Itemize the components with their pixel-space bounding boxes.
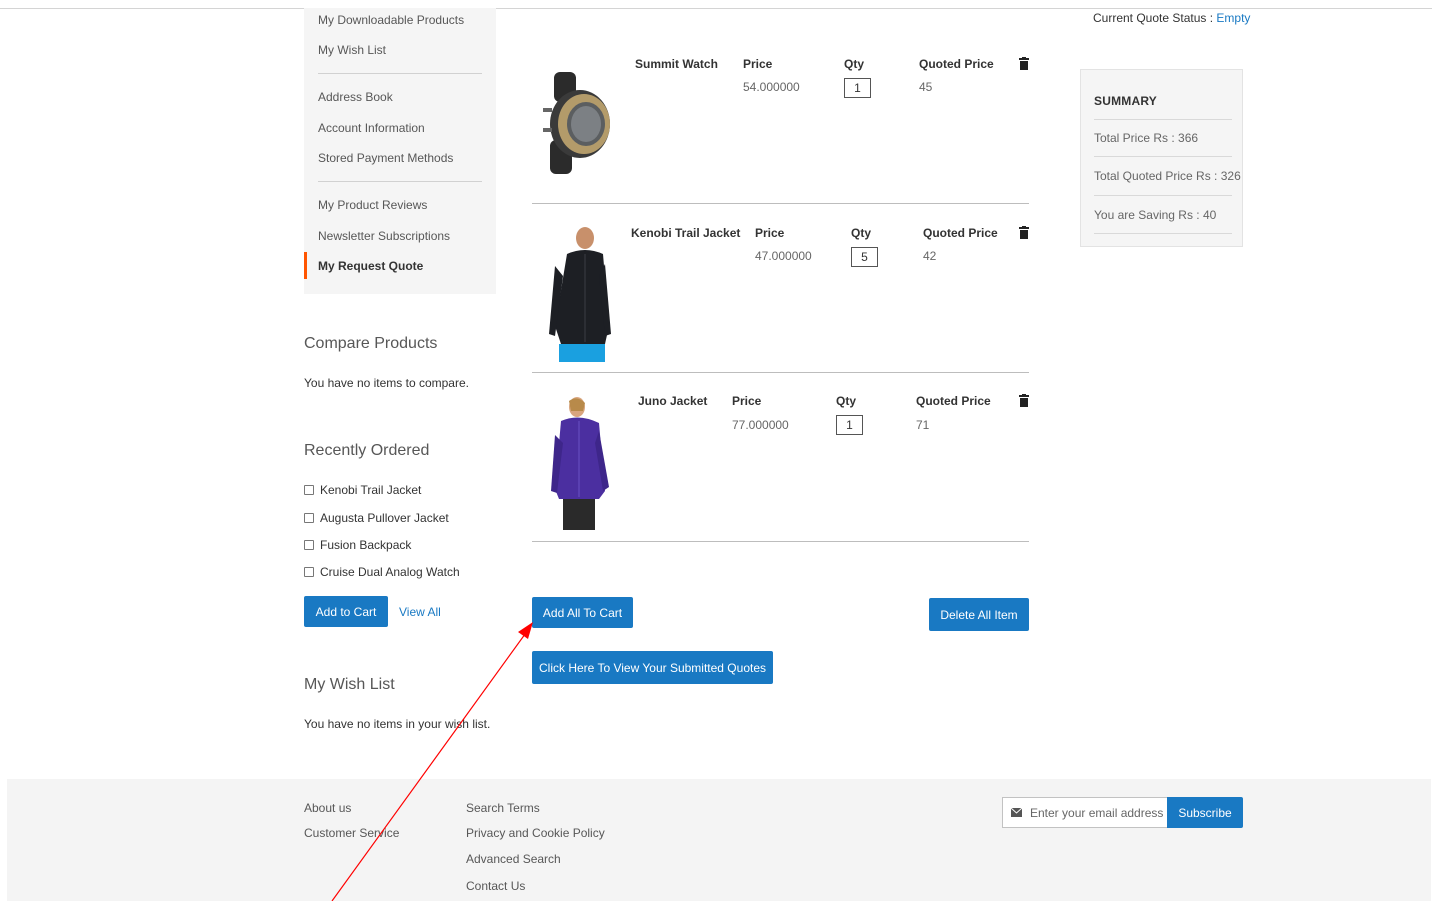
nav-my-request-quote[interactable]: My Request Quote — [318, 259, 423, 273]
price-value: 77.000000 — [732, 418, 789, 432]
checkbox[interactable] — [304, 540, 314, 550]
quote-status-value: Empty — [1216, 11, 1251, 25]
trash-icon[interactable] — [1019, 226, 1029, 239]
quoted-price-value: 71 — [916, 418, 930, 432]
quote-status-label: Current Quote Status : — [1093, 11, 1214, 25]
nav-account-information[interactable]: Account Information — [318, 121, 425, 135]
subscribe-button[interactable]: Subscribe — [1167, 797, 1243, 828]
recently-ordered-item[interactable]: Cruise Dual Analog Watch — [304, 565, 460, 579]
footer-link-privacy[interactable]: Privacy and Cookie Policy — [466, 826, 605, 840]
quoted-price-label: Quoted Price — [919, 57, 994, 71]
footer-link-customer-service[interactable]: Customer Service — [304, 826, 399, 840]
recently-ordered-item-label: Cruise Dual Analog Watch — [320, 565, 460, 579]
compare-products-title: Compare Products — [304, 335, 438, 352]
recently-ordered-item[interactable]: Kenobi Trail Jacket — [304, 483, 421, 497]
quoted-price-label: Quoted Price — [916, 394, 991, 408]
qty-input[interactable]: 1 — [844, 78, 871, 98]
quote-status: Current Quote Status : Empty — [1093, 11, 1250, 25]
recently-ordered-item-label: Fusion Backpack — [320, 538, 412, 552]
price-label: Price — [743, 57, 773, 71]
nav-divider — [318, 73, 482, 74]
qty-input[interactable]: 1 — [836, 415, 863, 435]
checkbox[interactable] — [304, 485, 314, 495]
summary-divider — [1094, 233, 1232, 234]
nav-newsletter-subscriptions[interactable]: Newsletter Subscriptions — [318, 229, 450, 243]
nav-stored-payment-methods[interactable]: Stored Payment Methods — [318, 151, 453, 165]
price-label: Price — [755, 226, 785, 240]
price-value: 47.000000 — [755, 249, 812, 263]
price-label: Price — [732, 394, 762, 408]
envelope-icon — [1011, 808, 1022, 817]
quote-item-name[interactable]: Summit Watch — [635, 57, 718, 71]
footer-link-contact[interactable]: Contact Us — [466, 879, 525, 893]
summary-divider — [1094, 156, 1232, 157]
account-nav: My Downloadable Products My Wish List Ad… — [304, 8, 496, 294]
item-divider — [532, 541, 1029, 542]
add-all-to-cart-button[interactable]: Add All To Cart — [532, 597, 633, 628]
footer-link-advanced-search[interactable]: Advanced Search — [466, 852, 561, 866]
footer-link-about[interactable]: About us — [304, 801, 351, 815]
view-submitted-quotes-button[interactable]: Click Here To View Your Submitted Quotes — [532, 651, 773, 684]
summary-divider — [1094, 119, 1232, 120]
trash-icon[interactable] — [1019, 57, 1029, 70]
top-divider — [0, 8, 1432, 9]
summary-title: SUMMARY — [1094, 94, 1157, 108]
quoted-price-value: 42 — [923, 249, 937, 263]
nav-my-downloadable-products[interactable]: My Downloadable Products — [318, 13, 464, 27]
recently-ordered-item[interactable]: Fusion Backpack — [304, 538, 411, 552]
summary-total-quoted: Total Quoted Price Rs : 326 — [1094, 169, 1241, 183]
view-all-link[interactable]: View All — [399, 605, 441, 619]
jacket-image — [549, 227, 611, 362]
qty-label: Qty — [851, 226, 872, 240]
active-nav-marker — [304, 252, 307, 279]
trash-icon[interactable] — [1019, 394, 1029, 407]
watch-image — [543, 72, 610, 174]
recently-ordered-item-label: Kenobi Trail Jacket — [320, 483, 422, 497]
nav-divider — [318, 181, 482, 182]
compare-empty-text: You have no items to compare. — [304, 376, 469, 390]
recently-ordered-title: Recently Ordered — [304, 442, 430, 459]
item-divider — [532, 203, 1029, 204]
delete-all-item-button[interactable]: Delete All Item — [929, 598, 1029, 631]
wishlist-empty-text: You have no items in your wish list. — [304, 717, 491, 731]
recently-ordered-add-to-cart-button[interactable]: Add to Cart — [304, 596, 388, 627]
recently-ordered-item-label: Augusta Pullover Jacket — [320, 511, 449, 525]
item-divider — [532, 372, 1029, 373]
qty-label: Qty — [844, 57, 865, 71]
nav-address-book[interactable]: Address Book — [318, 90, 393, 104]
quoted-price-value: 45 — [919, 80, 933, 94]
jacket-image — [551, 397, 609, 530]
recently-ordered-item[interactable]: Augusta Pullover Jacket — [304, 511, 449, 525]
newsletter-email-field[interactable]: Enter your email address — [1002, 797, 1168, 828]
summary-divider — [1094, 195, 1232, 196]
checkbox[interactable] — [304, 513, 314, 523]
price-value: 54.000000 — [743, 80, 800, 94]
wishlist-title: My Wish List — [304, 676, 395, 693]
qty-input[interactable]: 5 — [851, 247, 878, 267]
summary-saving: You are Saving Rs : 40 — [1094, 208, 1217, 222]
qty-label: Qty — [836, 394, 857, 408]
nav-my-wish-list[interactable]: My Wish List — [318, 43, 386, 57]
nav-my-product-reviews[interactable]: My Product Reviews — [318, 198, 427, 212]
footer-link-search-terms[interactable]: Search Terms — [466, 801, 540, 815]
summary-panel: SUMMARY Total Price Rs : 366 Total Quote… — [1080, 69, 1243, 247]
quoted-price-label: Quoted Price — [923, 226, 998, 240]
summary-total-price: Total Price Rs : 366 — [1094, 131, 1199, 145]
quote-item-name[interactable]: Kenobi Trail Jacket — [631, 226, 740, 240]
checkbox[interactable] — [304, 567, 314, 577]
quote-item-name[interactable]: Juno Jacket — [638, 394, 707, 408]
newsletter-placeholder: Enter your email address — [1030, 805, 1164, 820]
